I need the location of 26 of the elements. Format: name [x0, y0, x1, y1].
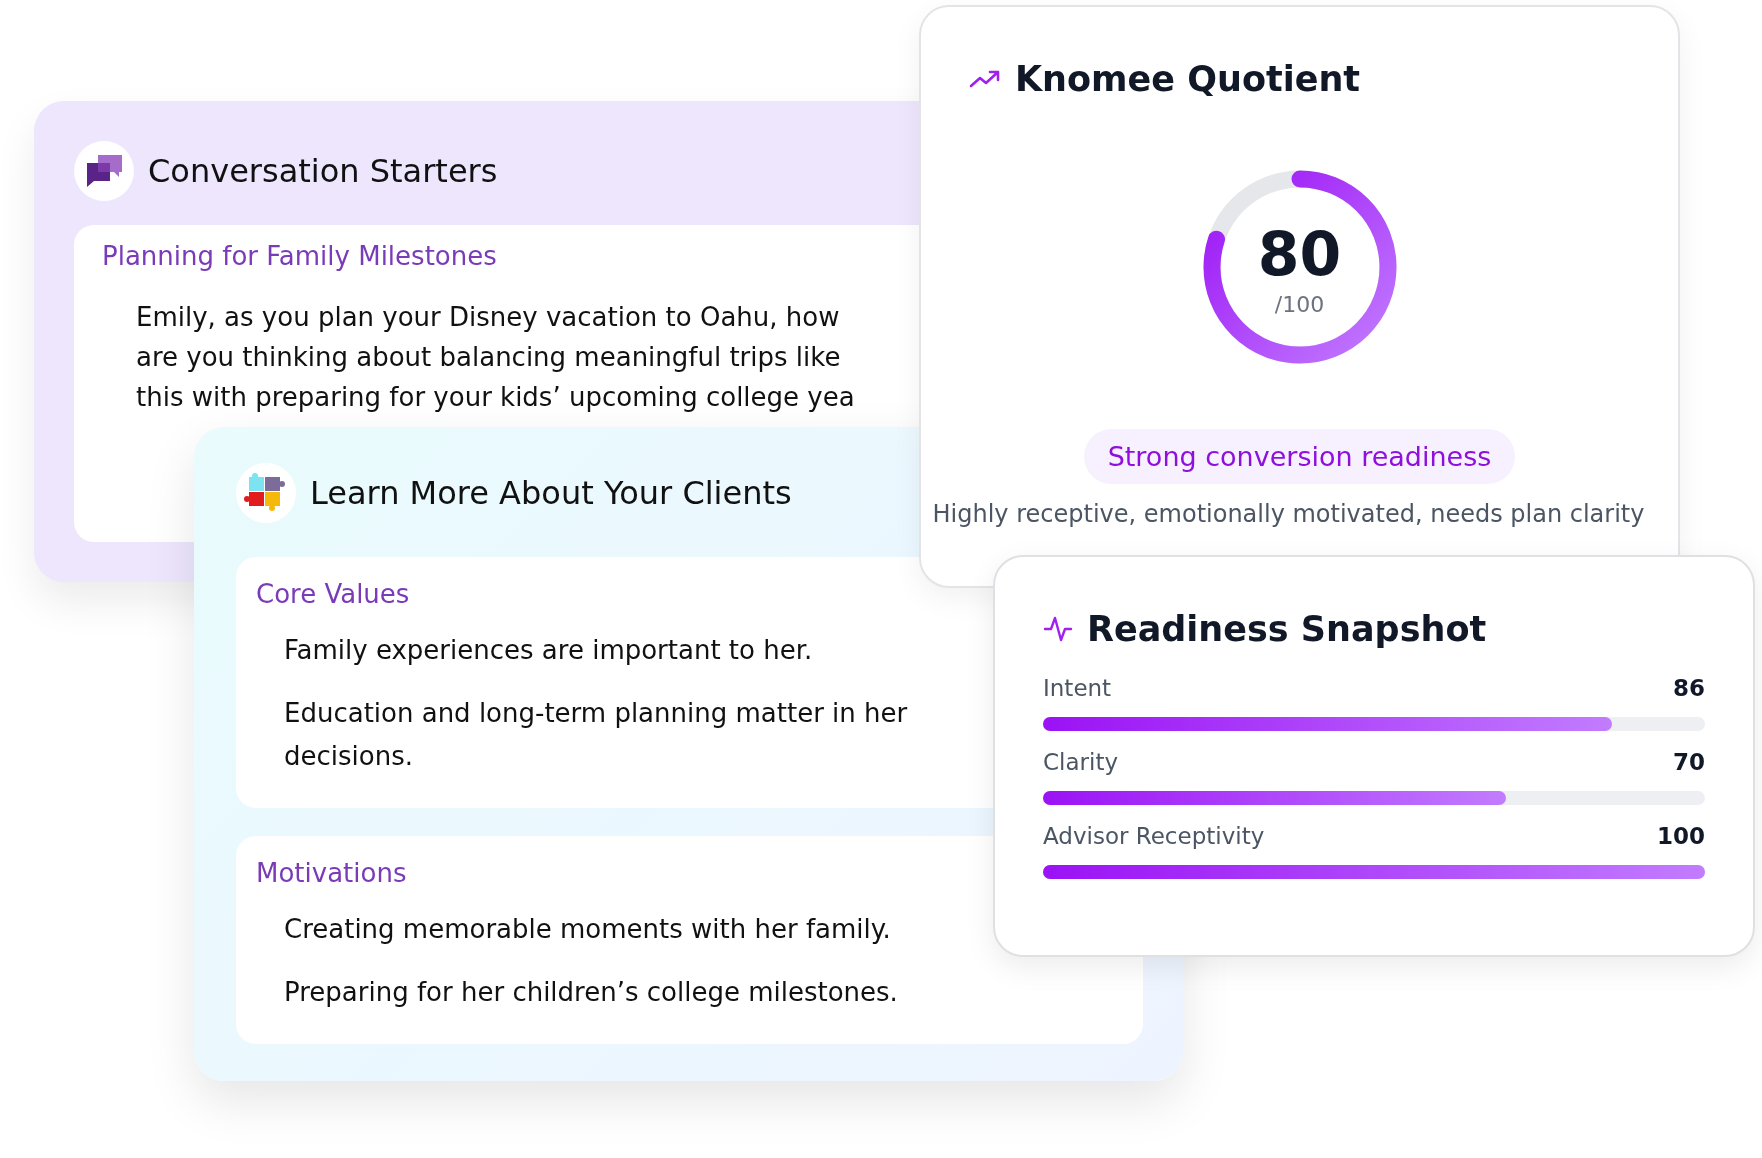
metric-label: Advisor Receptivity	[1043, 822, 1265, 851]
topic-title: Planning for Family Milestones	[102, 241, 498, 271]
metric-value: 70	[1673, 748, 1705, 777]
puzzle-icon	[236, 463, 296, 523]
pulse-icon	[1043, 614, 1073, 644]
trending-up-icon	[969, 69, 1001, 89]
chat-bubbles-icon	[74, 141, 134, 201]
quotient-description: Highly receptive, emotionally motivated, needs plan clarity	[932, 500, 1645, 528]
card-title: Knomee Quotient	[1015, 59, 1361, 99]
metric-label: Clarity	[1043, 748, 1119, 777]
card-title: Readiness Snapshot	[1087, 609, 1487, 649]
insight-text: Education and long-term planning matter in her decisions.	[284, 697, 909, 773]
metric-value: 100	[1657, 822, 1705, 851]
card-title: Learn More About Your Clients	[310, 474, 792, 512]
starter-question: Emily, as you plan your Disney vacation to Oahu, how are you thinking about balancing meaningful trips like this with preparing for your kids’ upcoming college yea	[136, 301, 856, 414]
readiness-badge: Strong conversion readiness	[1083, 429, 1516, 484]
metric-label: Intent	[1043, 674, 1112, 703]
section-title: Core Values	[256, 579, 411, 609]
metric-value: 86	[1673, 674, 1705, 703]
insight-text: Family experiences are important to her.	[284, 634, 814, 667]
section-title: Motivations	[256, 858, 408, 888]
insight-text: Preparing for her children’s college milestones.	[284, 976, 899, 1009]
score-value: 80	[1257, 221, 1342, 286]
card-title: Conversation Starters	[148, 152, 498, 190]
insight-text: Creating memorable moments with her family.	[284, 913, 892, 946]
score-scale: /100	[1274, 291, 1325, 317]
